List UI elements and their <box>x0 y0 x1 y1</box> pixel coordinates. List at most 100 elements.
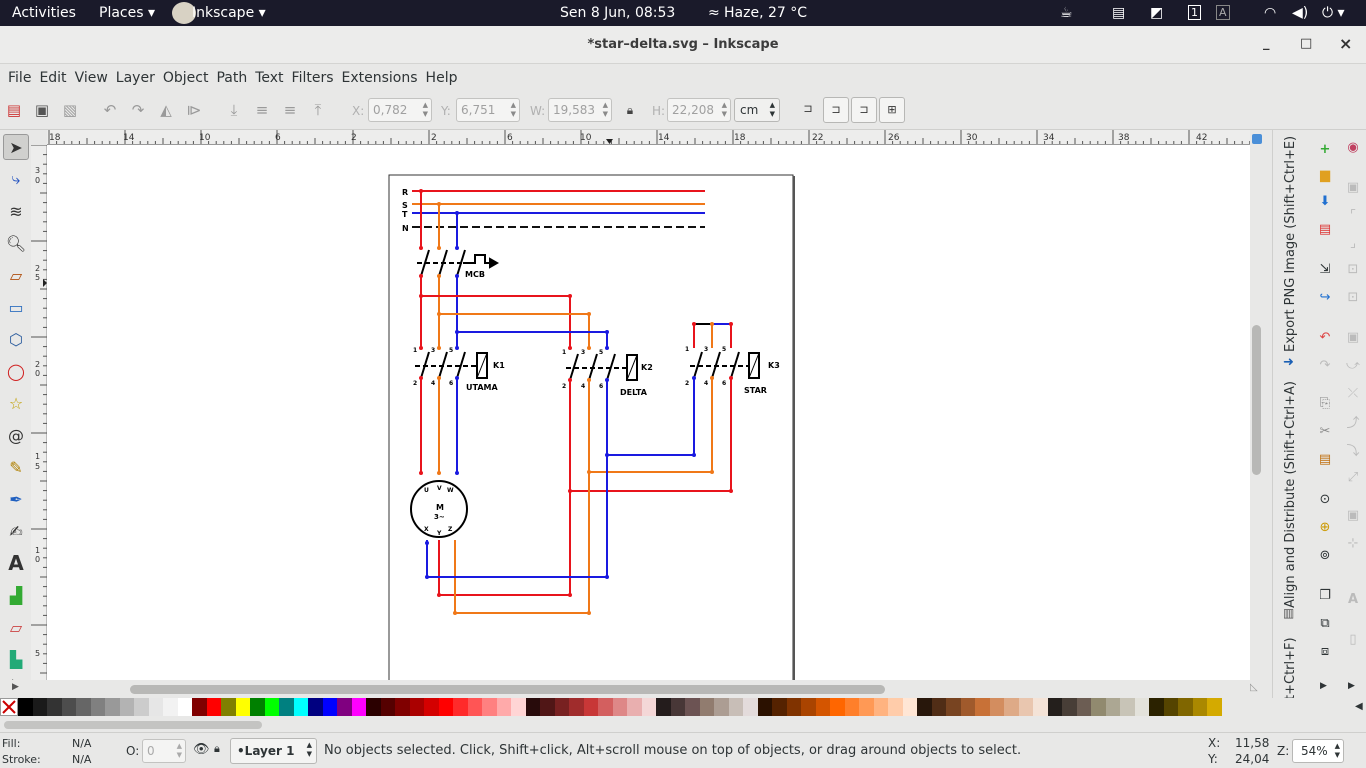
pen-tool-icon[interactable]: ✒ <box>3 486 29 512</box>
vertical-ruler[interactable]: 3 0 2 5 2 0 1 5 1 0 5 <box>31 144 47 680</box>
palette-scrollbar[interactable] <box>0 718 1366 732</box>
palette-scroll-thumb[interactable] <box>4 721 262 729</box>
color-swatch[interactable] <box>873 698 888 716</box>
lower-icon[interactable]: ≡ <box>250 98 274 122</box>
color-swatch[interactable] <box>1178 698 1193 716</box>
selector-tool-icon[interactable]: ➤ <box>3 134 29 160</box>
snap-paths-icon[interactable]: ⤻ <box>1344 356 1362 374</box>
color-swatch[interactable] <box>1076 698 1091 716</box>
color-swatch[interactable] <box>946 698 961 716</box>
color-swatch[interactable] <box>830 698 845 716</box>
measure-tool-icon[interactable]: ▱ <box>3 262 29 288</box>
color-swatch[interactable] <box>221 698 236 716</box>
color-swatch[interactable] <box>525 698 540 716</box>
align-tab-icon[interactable]: ▥ <box>1283 606 1294 620</box>
calligraphy-tool-icon[interactable]: ✍ <box>3 518 29 544</box>
color-swatch[interactable] <box>612 698 627 716</box>
color-swatch[interactable] <box>815 698 830 716</box>
color-swatch[interactable] <box>656 698 671 716</box>
color-swatch[interactable] <box>482 698 497 716</box>
layer-visibility-icon[interactable]: 👁︎ <box>193 742 210 757</box>
maximize-button[interactable]: □ <box>1300 36 1312 51</box>
menu-view[interactable]: View <box>75 70 108 86</box>
color-swatch[interactable] <box>931 698 946 716</box>
zoom-tool-icon[interactable]: 🔍︎ <box>3 230 29 256</box>
color-swatch[interactable] <box>569 698 584 716</box>
menu-text[interactable]: Text <box>255 70 283 86</box>
color-swatch[interactable] <box>1105 698 1120 716</box>
color-swatch[interactable] <box>1207 698 1222 716</box>
color-swatch[interactable] <box>496 698 511 716</box>
undo-icon[interactable]: ↶ <box>1316 328 1334 346</box>
color-swatch[interactable] <box>511 698 526 716</box>
snap-cusp-icon[interactable]: ⤴ <box>1344 412 1362 431</box>
color-swatch[interactable] <box>264 698 279 716</box>
color-swatch[interactable] <box>627 698 642 716</box>
color-swatch[interactable] <box>772 698 787 716</box>
scale-corners-icon[interactable]: ⊐ <box>823 97 849 123</box>
rotate-ccw-icon[interactable]: ↶ <box>98 98 122 122</box>
palette-scroll-icon[interactable]: ◀ <box>1355 701 1363 712</box>
color-swatch[interactable] <box>76 698 91 716</box>
export-tab-icon[interactable]: ➜ <box>1283 355 1294 370</box>
zoom-selection-icon[interactable]: ⊙ <box>1316 490 1334 508</box>
snap-midpoints-icon[interactable]: ⤢ <box>1344 468 1362 486</box>
color-swatch[interactable] <box>47 698 62 716</box>
color-swatch[interactable] <box>134 698 149 716</box>
zoom-drawing-icon[interactable]: ⊕ <box>1316 518 1334 536</box>
color-swatch[interactable] <box>409 698 424 716</box>
save-icon[interactable]: ⬇ <box>1316 192 1334 210</box>
snap-text-baseline-icon[interactable]: A <box>1344 590 1362 608</box>
unit-select[interactable]: cm ▲ ▼ <box>734 98 780 122</box>
color-swatch[interactable] <box>438 698 453 716</box>
color-swatch[interactable] <box>1149 698 1164 716</box>
color-swatch[interactable] <box>1091 698 1106 716</box>
rotate-cw-icon[interactable]: ↷ <box>126 98 150 122</box>
no-paint-swatch[interactable] <box>0 698 18 716</box>
transform-patterns-icon[interactable]: ⊞ <box>879 97 905 123</box>
node-tool-icon[interactable]: ⤷ <box>3 166 29 192</box>
snap-page-border-icon[interactable]: ▯ <box>1344 630 1362 648</box>
color-swatch[interactable] <box>61 698 76 716</box>
color-swatch[interactable] <box>540 698 555 716</box>
snap-bbox-icon[interactable]: ▣ <box>1344 178 1362 196</box>
weather-text[interactable]: Haze, 27 °C <box>724 5 807 21</box>
clone-icon[interactable]: ⧉ <box>1316 614 1334 632</box>
h-field[interactable]: 22,208 ▲ ▼ <box>667 98 731 122</box>
color-swatch[interactable] <box>424 698 439 716</box>
color-swatch[interactable] <box>699 698 714 716</box>
window-titlebar[interactable]: *star–delta.svg – Inkscape _ □ × <box>0 26 1366 64</box>
color-swatch[interactable] <box>1192 698 1207 716</box>
color-swatch[interactable] <box>337 698 352 716</box>
transform-gradients-icon[interactable]: ⊐ <box>851 97 877 123</box>
snap-bbox-corner-icon[interactable]: ⌟ <box>1344 234 1362 252</box>
duplicate-icon[interactable]: ❐ <box>1316 586 1334 604</box>
select-all-layers-icon[interactable]: ▣ <box>30 98 54 122</box>
chat-icon[interactable]: ◩ <box>1150 5 1163 21</box>
commands-more-arrow[interactable]: ▶ <box>1320 681 1327 691</box>
color-swatch[interactable] <box>105 698 120 716</box>
opacity-field[interactable]: 0 ▲ ▼ <box>142 739 186 763</box>
copy-icon[interactable]: ⎘ <box>1316 394 1334 412</box>
menu-help[interactable]: Help <box>426 70 458 86</box>
color-swatch[interactable] <box>917 698 932 716</box>
snap-bbox-center-icon[interactable]: ⊡ <box>1344 288 1362 306</box>
w-field[interactable]: 19,583 ▲ ▼ <box>548 98 612 122</box>
color-swatch[interactable] <box>18 698 33 716</box>
flip-vertical-icon[interactable]: ⧐ <box>182 98 206 122</box>
color-swatch[interactable] <box>322 698 337 716</box>
scroll-left-arrow-icon[interactable]: ▶ <box>12 682 19 692</box>
color-swatch[interactable] <box>1018 698 1033 716</box>
tab-align-distribute[interactable]: Align and Distribute (Shift+Ctrl+A) <box>1283 381 1298 608</box>
menu-layer[interactable]: Layer <box>116 70 155 86</box>
snap-more-arrow[interactable]: ▶ <box>1348 681 1355 691</box>
color-swatch[interactable] <box>206 698 221 716</box>
color-swatch[interactable] <box>989 698 1004 716</box>
3d-box-tool-icon[interactable]: ⬡ <box>3 326 29 352</box>
activities-button[interactable]: Activities <box>12 5 76 21</box>
horizontal-scrollbar[interactable]: ▶ ◺ <box>0 680 1264 698</box>
places-menu[interactable]: Places ▾ <box>99 5 155 21</box>
menu-extensions[interactable]: Extensions <box>342 70 418 86</box>
tab-export-png[interactable]: Export PNG Image (Shift+Ctrl+E) <box>1283 136 1298 352</box>
lower-to-bottom-icon[interactable]: ⤓ <box>222 98 246 122</box>
